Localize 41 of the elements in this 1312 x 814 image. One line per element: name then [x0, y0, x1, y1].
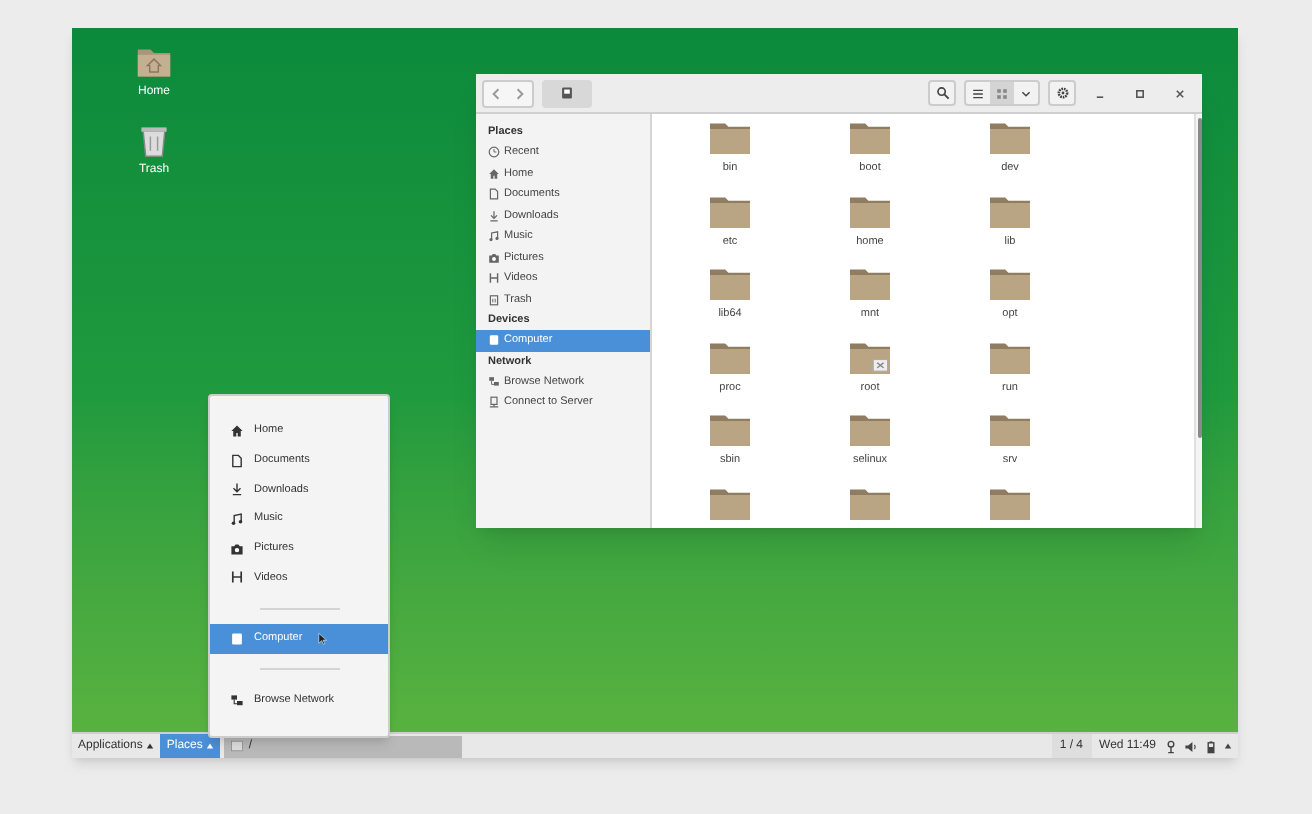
film-icon	[230, 570, 244, 585]
camera-icon	[488, 251, 500, 264]
film-icon	[488, 272, 500, 285]
close-icon	[1172, 85, 1188, 101]
trash-icon	[488, 293, 500, 306]
computer-icon	[488, 334, 500, 347]
camera-icon	[230, 541, 244, 556]
house-icon	[488, 167, 500, 180]
grid-icon	[996, 87, 1008, 99]
server-icon	[488, 396, 500, 409]
battery-icon	[1204, 739, 1218, 753]
search-icon	[935, 86, 949, 100]
scrollbar-thumb[interactable]	[1197, 118, 1201, 438]
caret-icon	[146, 742, 155, 750]
network-icon	[230, 693, 244, 708]
computer-icon	[560, 86, 574, 100]
download-icon	[230, 482, 244, 497]
download-icon	[488, 209, 500, 222]
document-icon	[488, 188, 500, 201]
trash-can-icon	[136, 122, 172, 158]
clock-icon	[488, 146, 500, 159]
network-icon	[488, 375, 500, 388]
window-icon	[230, 740, 245, 752]
music-icon	[488, 230, 500, 243]
music-icon	[230, 511, 244, 526]
maximize-icon	[1132, 85, 1148, 101]
list-icon	[972, 87, 984, 99]
caret-icon	[206, 742, 215, 750]
location-button[interactable]	[542, 79, 592, 107]
house-icon	[230, 423, 244, 438]
caret-icon	[1020, 87, 1032, 99]
document-icon	[230, 453, 244, 468]
speaker-icon	[1184, 739, 1198, 753]
search-button[interactable]	[928, 80, 956, 106]
person-icon	[1164, 739, 1178, 753]
settings-button[interactable]	[1048, 80, 1076, 106]
mouse-pointer-icon	[316, 631, 331, 646]
home-folder-icon	[136, 44, 172, 80]
computer-icon	[230, 631, 244, 646]
settings-icon	[1055, 86, 1069, 100]
caret-icon	[1224, 742, 1232, 750]
